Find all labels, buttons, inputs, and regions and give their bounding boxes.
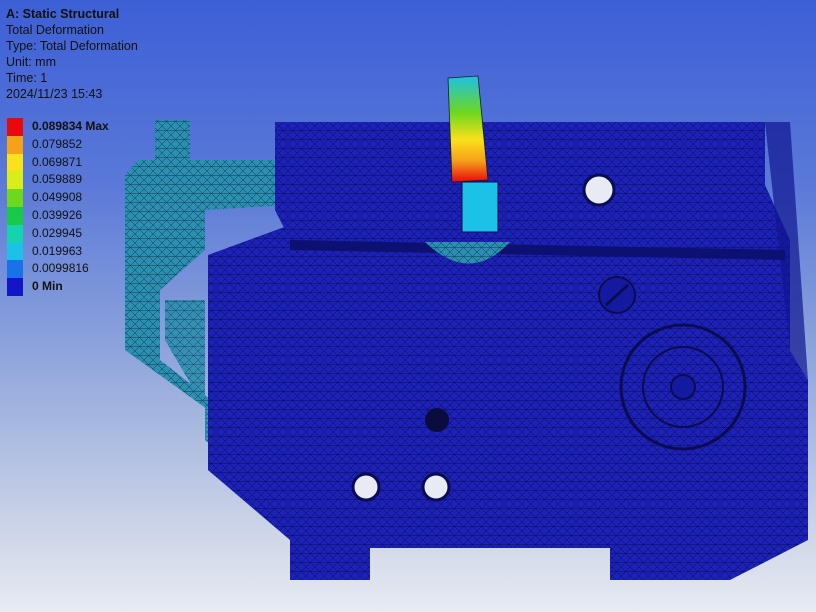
bolt-feature bbox=[598, 276, 636, 314]
main-housing bbox=[208, 122, 808, 580]
fea-model-viewport[interactable] bbox=[0, 0, 816, 612]
